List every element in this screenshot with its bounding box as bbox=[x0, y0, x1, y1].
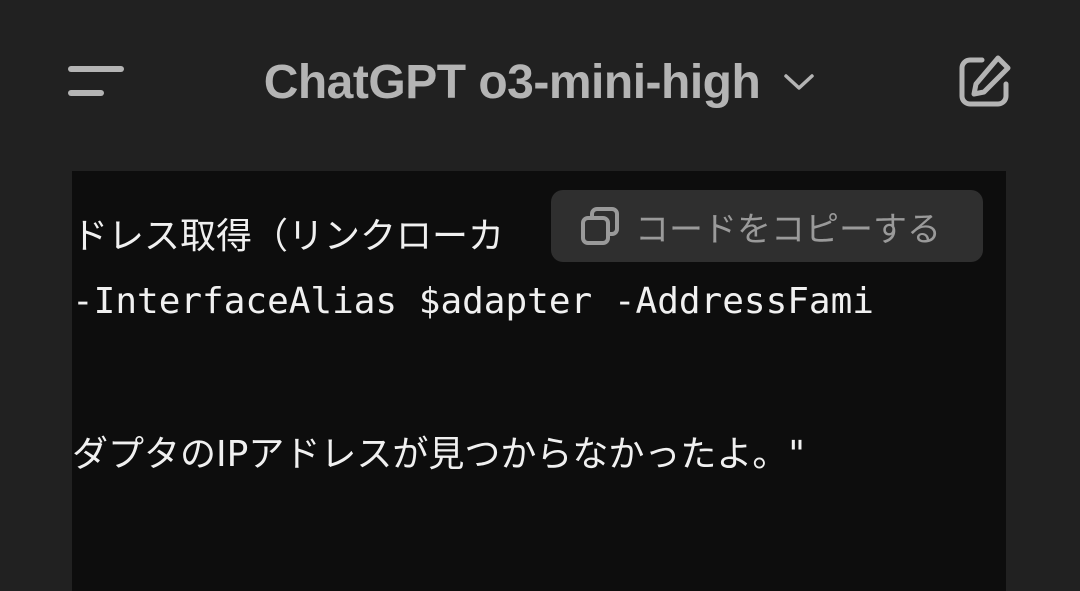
chat-header: ChatGPT o3-mini-high bbox=[0, 0, 1080, 160]
new-chat-button[interactable] bbox=[948, 46, 1020, 118]
model-selector-button[interactable]: ChatGPT o3-mini-high bbox=[220, 46, 860, 118]
menu-icon bbox=[68, 66, 124, 96]
code-line: -InterfaceAlias $adapter -AddressFami bbox=[72, 281, 874, 322]
chevron-down-icon bbox=[784, 74, 815, 90]
model-title: ChatGPT o3-mini-high bbox=[263, 55, 761, 109]
copy-icon bbox=[581, 207, 619, 245]
new-chat-icon bbox=[959, 55, 1011, 107]
sidebar-toggle-button[interactable] bbox=[56, 50, 136, 114]
copy-code-label: コードをコピーする bbox=[635, 209, 941, 250]
copy-code-button[interactable]: コードをコピーする bbox=[551, 190, 983, 262]
code-line: ダプタのIPアドレスが見つからなかったよ。" bbox=[72, 434, 805, 475]
code-line: ドレス取得（リンクローカ bbox=[72, 216, 505, 257]
